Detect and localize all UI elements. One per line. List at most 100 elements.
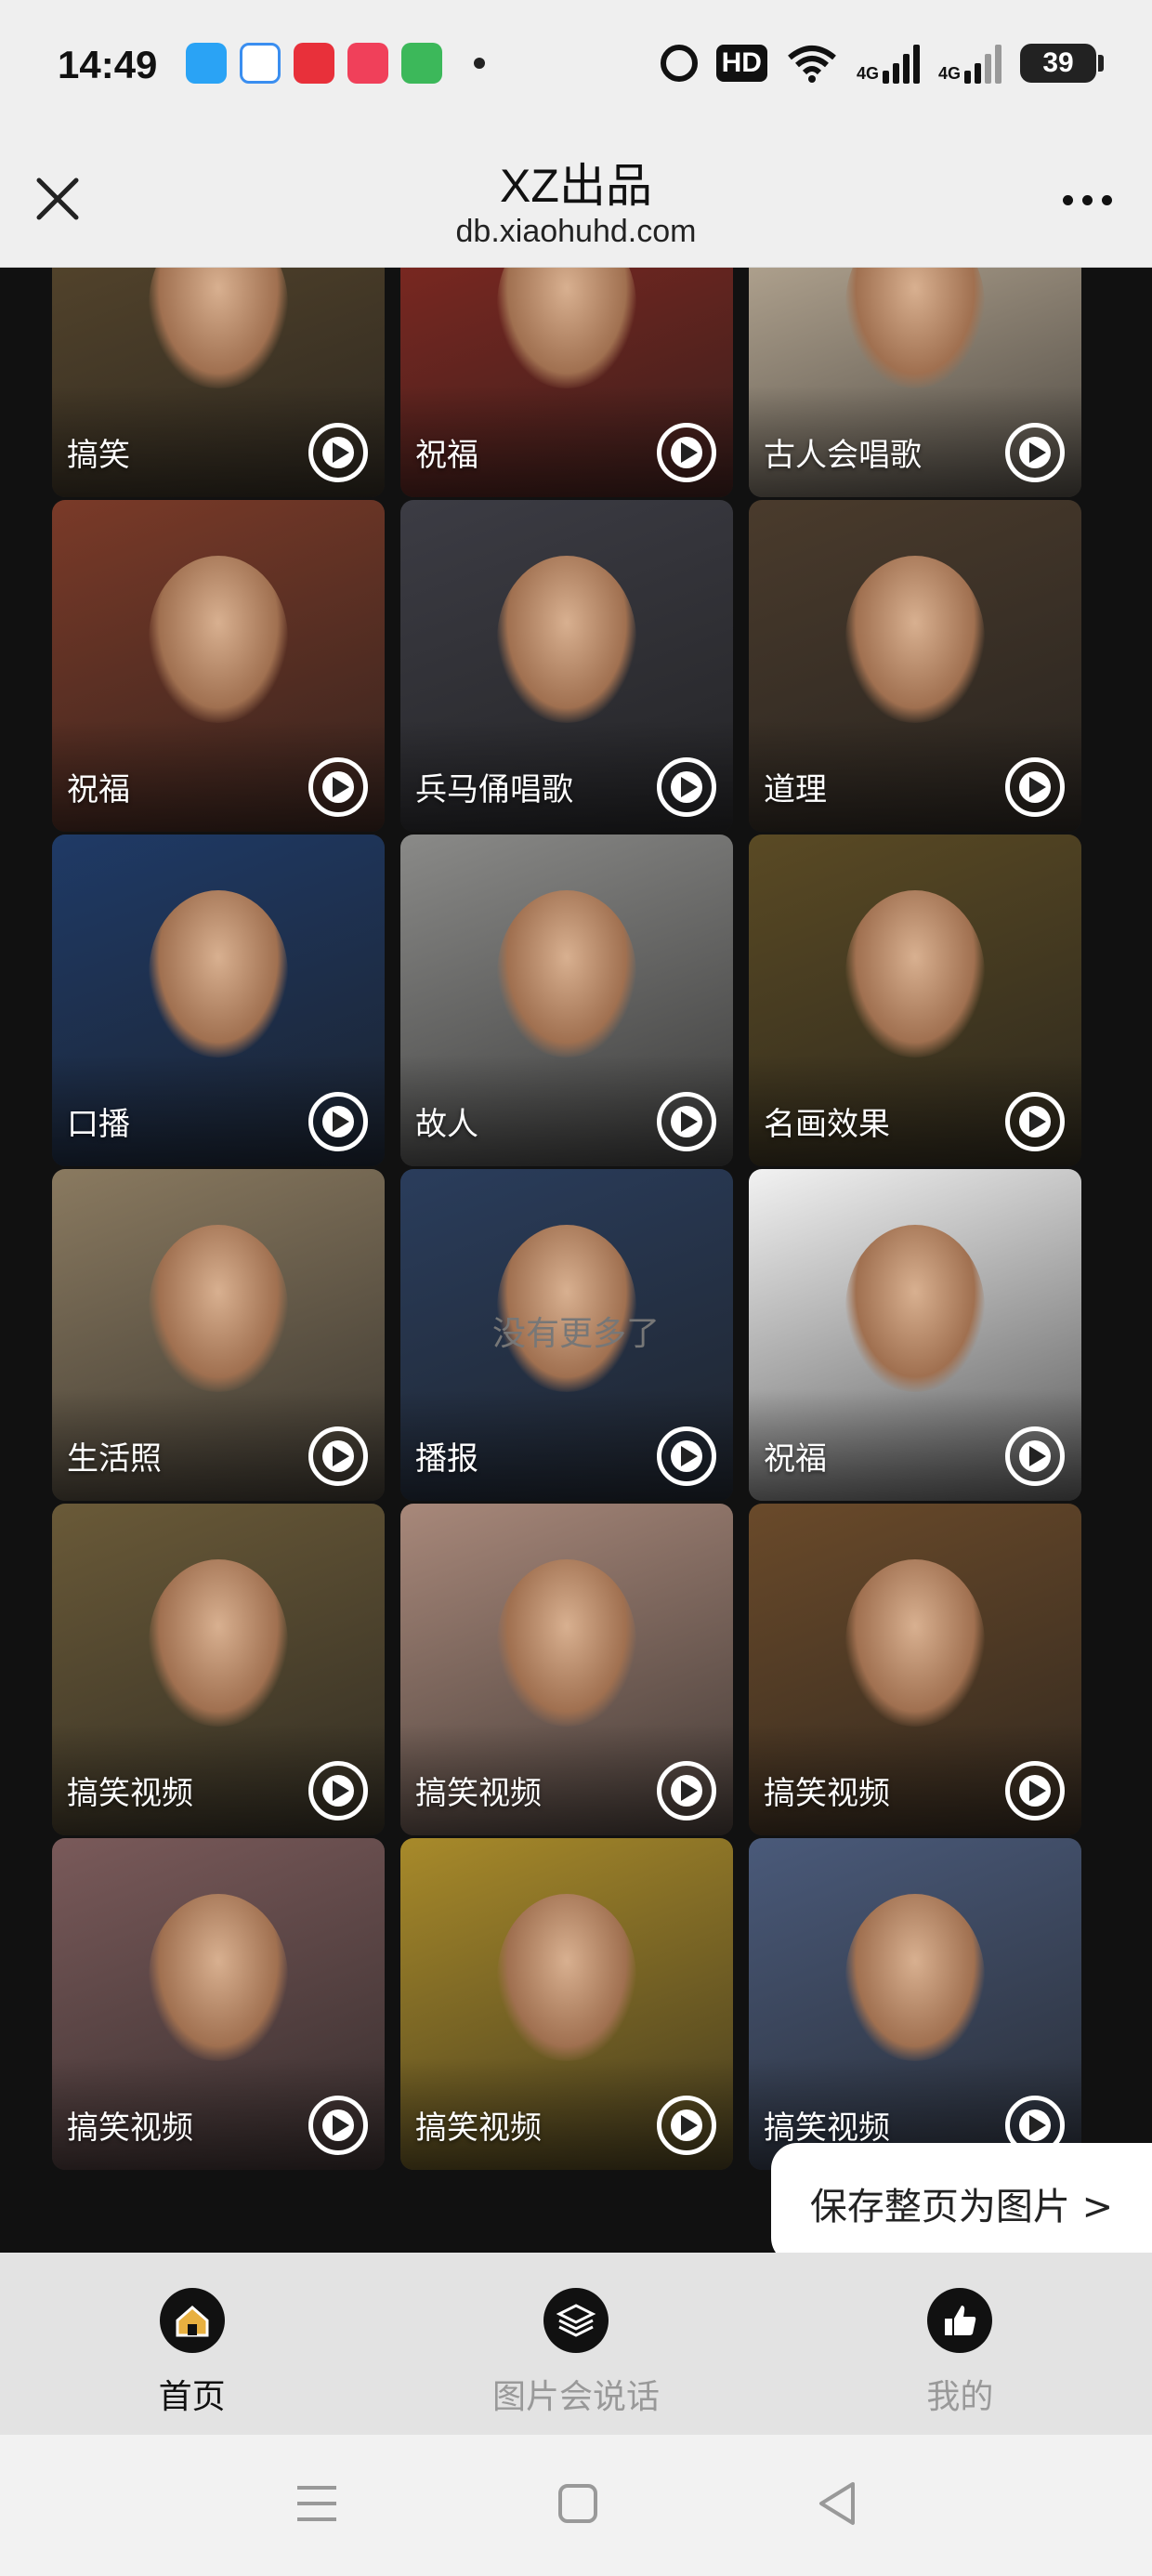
play-icon[interactable] <box>657 1426 716 1486</box>
template-tile[interactable]: 古人会唱歌 <box>749 268 1081 497</box>
template-tile[interactable]: 名画效果 <box>749 835 1081 1166</box>
bottom-nav: 首页 图片会说话 我的 <box>0 2253 1152 2435</box>
qq-icon <box>186 43 227 84</box>
nav-item-talking-photo[interactable]: 图片会说话 <box>384 2253 767 2435</box>
nav-label-home: 首页 <box>158 2378 226 2416</box>
tile-label: 祝福 <box>764 1440 827 1478</box>
system-icons: HD 4G 4G 39 <box>660 43 1104 84</box>
template-tile[interactable]: 故人 <box>400 835 733 1166</box>
no-more-text: 没有更多了 <box>491 1315 660 1353</box>
tile-label: 道理 <box>764 771 827 808</box>
tile-label: 兵马俑唱歌 <box>415 771 573 808</box>
template-tile[interactable]: 搞笑视频 <box>749 1838 1081 2170</box>
recent-apps-button[interactable] <box>294 2482 340 2529</box>
home-system-button[interactable] <box>556 2482 599 2529</box>
portrait-figure <box>845 890 985 1058</box>
more-notifications-icon <box>474 58 485 69</box>
notification-icons <box>186 43 485 84</box>
signal-1-icon: 4G <box>857 43 920 84</box>
portrait-figure <box>845 1559 985 1727</box>
battery-icon: 39 <box>1020 44 1104 83</box>
tile-label: 生活照 <box>67 1440 162 1478</box>
page-title: XZ出品 <box>500 160 652 212</box>
tile-label: 搞笑视频 <box>415 2109 542 2147</box>
tile-label: 搞笑视频 <box>764 1775 890 1812</box>
xiaohongshu-icon <box>294 43 334 84</box>
portrait-figure <box>149 890 288 1058</box>
template-tile[interactable]: 道理 <box>749 500 1081 832</box>
more-dot-icon <box>1081 194 1093 205</box>
nav-item-mine[interactable]: 我的 <box>768 2253 1152 2435</box>
home-icon <box>159 2288 225 2353</box>
wifi-icon <box>788 46 836 83</box>
more-dot-icon <box>1062 194 1073 205</box>
nav-item-home[interactable]: 首页 <box>0 2253 384 2435</box>
portrait-figure <box>149 1894 288 2061</box>
signal-2-icon: 4G <box>938 43 1001 84</box>
template-tile[interactable]: 兵马俑唱歌 <box>400 500 733 832</box>
template-tile[interactable]: 搞笑 <box>52 268 385 497</box>
square-icon <box>557 2484 597 2523</box>
more-options-button[interactable] <box>1041 177 1133 223</box>
tile-label: 搞笑视频 <box>67 2109 193 2147</box>
tile-label: 搞笑视频 <box>67 1775 193 1812</box>
play-icon[interactable] <box>308 1092 368 1151</box>
page-url: db.xiaohuhd.com <box>455 214 697 249</box>
play-icon[interactable] <box>1005 1761 1065 1820</box>
play-icon[interactable] <box>1005 1092 1065 1151</box>
template-tile[interactable]: 搞笑视频 <box>52 1504 385 1835</box>
play-icon[interactable] <box>657 757 716 817</box>
portrait-figure <box>497 1559 636 1727</box>
play-icon[interactable] <box>1005 757 1065 817</box>
status-time: 14:49 <box>58 43 158 86</box>
more-dot-icon <box>1101 194 1112 205</box>
save-page-as-image-button[interactable]: 保存整页为图片 > <box>771 2143 1152 2253</box>
menu-icon <box>297 2486 337 2521</box>
portrait-figure <box>149 1559 288 1727</box>
template-tile[interactable]: 口播 <box>52 835 385 1166</box>
template-tile[interactable]: 祝福 <box>400 268 733 497</box>
nav-label-mine: 我的 <box>926 2378 994 2416</box>
tile-label: 播报 <box>415 1440 478 1478</box>
nav-label-talking-photo: 图片会说话 <box>491 2378 660 2416</box>
system-nav-bar <box>0 2435 1152 2576</box>
template-tile[interactable]: 搞笑视频 <box>400 1504 733 1835</box>
portrait-figure <box>497 1894 636 2061</box>
portrait-figure <box>497 556 636 723</box>
page-header: XZ出品 db.xiaohuhd.com <box>0 139 1152 268</box>
tile-label: 搞笑 <box>67 437 130 474</box>
play-icon[interactable] <box>657 1761 716 1820</box>
template-tile[interactable]: 搞笑视频 <box>52 1838 385 2170</box>
play-icon[interactable] <box>308 423 368 482</box>
template-tile[interactable]: 搞笑视频 <box>400 1838 733 2170</box>
hd-icon: HD <box>715 45 767 82</box>
play-icon[interactable] <box>308 757 368 817</box>
portrait-figure <box>845 556 985 723</box>
play-icon[interactable] <box>1005 1426 1065 1486</box>
tile-label: 祝福 <box>67 771 130 808</box>
tile-label: 搞笑视频 <box>764 2109 890 2147</box>
play-icon[interactable] <box>308 2096 368 2155</box>
layers-icon <box>543 2288 609 2353</box>
app-icon <box>347 43 388 84</box>
template-tile[interactable]: 祝福 <box>52 500 385 832</box>
message-icon <box>401 43 442 84</box>
alarm-icon <box>660 45 698 82</box>
tile-label: 搞笑视频 <box>415 1775 542 1812</box>
template-tile[interactable]: 搞笑视频 <box>749 1504 1081 1835</box>
play-icon[interactable] <box>308 1426 368 1486</box>
thumbs-up-icon <box>927 2288 993 2353</box>
tile-label: 故人 <box>415 1106 478 1143</box>
tile-label: 口播 <box>67 1106 130 1143</box>
play-icon[interactable] <box>657 423 716 482</box>
play-icon[interactable] <box>657 1092 716 1151</box>
back-button[interactable] <box>816 2480 858 2530</box>
content-area: 搞笑 祝福 古人会唱歌 祝福 兵马俑唱歌 道理 口播 故人 名画效果 生活照 播报 祝福 搞笑视频 搞笑视… <box>0 268 1152 2253</box>
play-icon[interactable] <box>1005 423 1065 482</box>
play-icon[interactable] <box>308 1761 368 1820</box>
tile-label: 名画效果 <box>764 1106 890 1143</box>
chat-bubble-icon <box>240 43 281 84</box>
portrait-figure <box>845 1894 985 2061</box>
tile-label: 祝福 <box>415 437 478 474</box>
play-icon[interactable] <box>657 2096 716 2155</box>
